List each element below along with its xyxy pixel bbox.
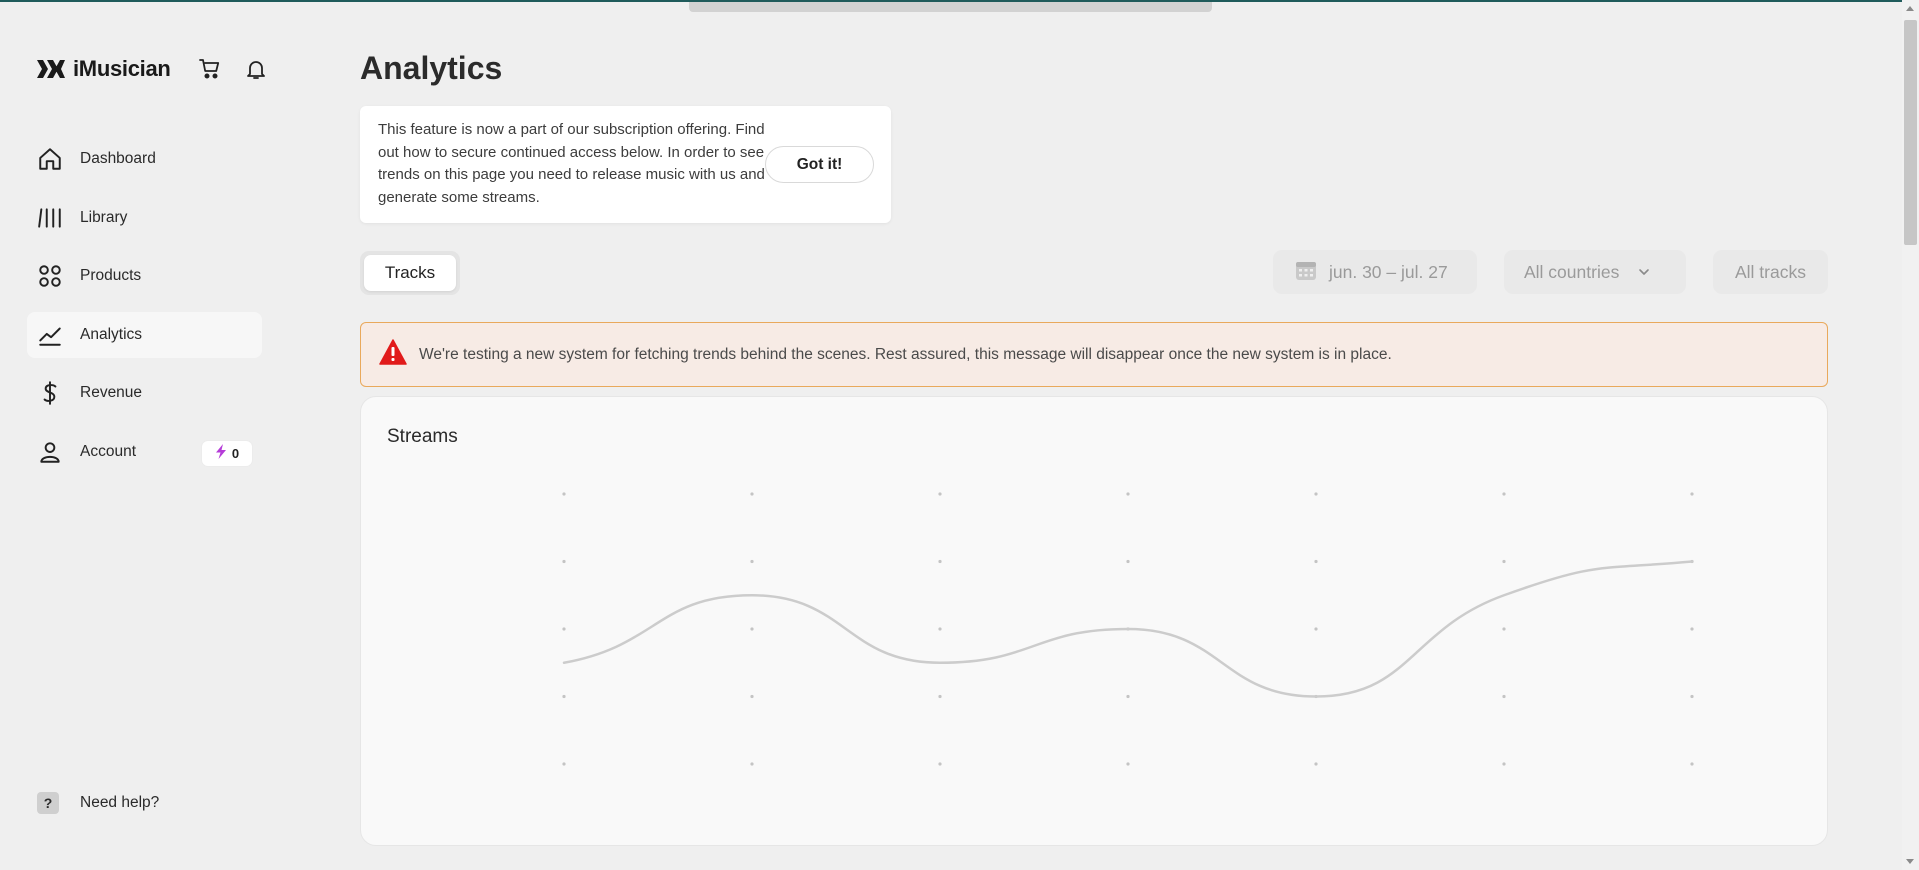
grid-dot (1502, 694, 1506, 699)
system-alert: We're testing a new system for fetching … (360, 322, 1828, 387)
tracks-select-label: All tracks (1735, 261, 1806, 282)
credits-count: 0 (231, 445, 240, 461)
brand[interactable]: iMusician (35, 53, 171, 85)
sidebar-item-label: Products (80, 267, 142, 284)
streams-chart-card: Streams (360, 396, 1828, 846)
grid-dot (1690, 762, 1694, 766)
date-range-picker[interactable]: jun. 30 – jul. 27 (1273, 250, 1477, 294)
dollar-icon (37, 380, 63, 406)
grid-dot (1502, 762, 1506, 766)
grid-dot (1502, 559, 1506, 564)
grid-dot (1314, 762, 1318, 766)
scroll-down-arrow-icon[interactable] (1906, 859, 1914, 864)
scroll-up-arrow-icon[interactable] (1906, 6, 1914, 11)
grid-dot (1314, 492, 1318, 496)
sidebar-item-label: Revenue (80, 384, 143, 401)
grid-dot (750, 627, 754, 631)
grid-dot (1126, 694, 1130, 699)
drag-handle[interactable] (689, 2, 1212, 12)
scrollbar[interactable] (1902, 0, 1919, 870)
bell-icon[interactable] (243, 56, 269, 82)
scroll-thumb[interactable] (1904, 20, 1917, 245)
brand-name: iMusician (73, 56, 171, 81)
calendar-icon (1295, 259, 1317, 286)
sidebar-item-library[interactable]: Library (27, 195, 262, 241)
grid-dot (562, 627, 566, 631)
credits-badge[interactable]: 0 (202, 440, 252, 466)
grid-dot (562, 694, 566, 699)
chevron-down-icon (1637, 265, 1651, 279)
grid-dot (938, 627, 942, 631)
sidebar-item-analytics[interactable]: Analytics (27, 311, 262, 358)
country-select-label: All countries (1524, 261, 1620, 282)
grid-dot (1690, 492, 1694, 496)
grid-dot (1126, 762, 1130, 766)
grid-dot (1314, 627, 1318, 631)
question-icon: ? (37, 792, 59, 814)
sidebar-item-label: Library (80, 208, 128, 226)
subscription-notice: This feature is now a part of our subscr… (360, 106, 891, 223)
page-title: Analytics (360, 50, 503, 86)
grid-dot (750, 762, 754, 766)
streams-chart (562, 492, 1694, 766)
got-it-button[interactable]: Got it! (765, 146, 874, 183)
grid-dot (750, 694, 754, 699)
sidebar-item-revenue[interactable]: Revenue (27, 370, 262, 416)
user-icon (37, 439, 63, 465)
date-range-label: jun. 30 – jul. 27 (1329, 261, 1448, 282)
grid-dot (562, 492, 566, 496)
sidebar-item-label: Account (80, 442, 137, 460)
notice-text: This feature is now a part of our subscr… (378, 121, 765, 206)
grid-dot (750, 559, 754, 564)
sidebar: iMusician Dashboard Library Products Ana… (0, 0, 290, 870)
alert-text: We're testing a new system for fetching … (419, 345, 1392, 363)
cart-icon[interactable] (197, 56, 223, 82)
tab-tracks[interactable]: Tracks (364, 255, 456, 291)
chart-line-icon (37, 322, 63, 348)
grid-dot (1502, 627, 1506, 631)
grid-dot (1126, 492, 1130, 496)
grid-dot (1314, 559, 1318, 564)
imusician-logo-icon (35, 53, 67, 85)
country-select[interactable]: All countries (1504, 250, 1686, 294)
grid-dot (1690, 627, 1694, 631)
grid-dot (1126, 559, 1130, 564)
grid-dot (562, 762, 566, 766)
grid-icon (37, 263, 63, 289)
lightning-icon (215, 444, 227, 462)
view-tabs: Tracks (360, 251, 460, 295)
grid-dot (562, 559, 566, 564)
sidebar-item-account[interactable]: Account 0 (27, 429, 262, 475)
grid-dot (1502, 492, 1506, 496)
sidebar-item-products[interactable]: Products (27, 253, 262, 299)
warning-icon (379, 339, 407, 370)
tracks-select[interactable]: All tracks (1713, 250, 1828, 294)
grid-dot (938, 762, 942, 766)
help-label: Need help? (80, 794, 160, 811)
grid-dot (750, 492, 754, 496)
grid-dot (938, 559, 942, 564)
grid-dot (1690, 694, 1694, 699)
sidebar-nav: Dashboard Library Products Analytics Rev… (27, 136, 262, 487)
sidebar-item-label: Dashboard (80, 150, 156, 167)
grid-dot (938, 492, 942, 496)
home-icon (37, 146, 63, 172)
sidebar-item-dashboard[interactable]: Dashboard (27, 136, 262, 182)
library-icon (37, 205, 63, 231)
grid-dot (938, 694, 942, 699)
sidebar-item-label: Analytics (80, 325, 143, 343)
help-link[interactable]: ? Need help? (37, 792, 159, 814)
